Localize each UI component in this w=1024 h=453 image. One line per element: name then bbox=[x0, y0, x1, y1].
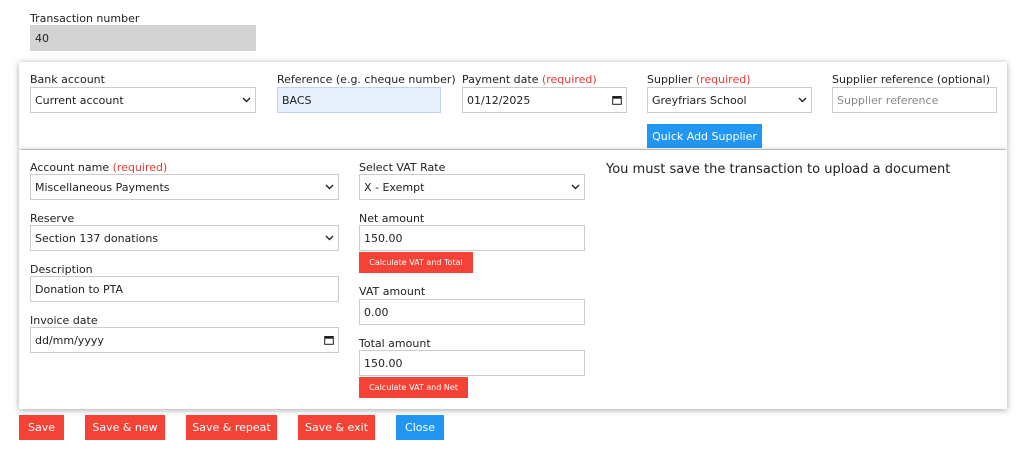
chevron-down-icon bbox=[797, 95, 807, 105]
save-exit-button[interactable]: Save & exit bbox=[298, 415, 375, 440]
total-amount-input[interactable]: 150.00 bbox=[359, 350, 585, 376]
account-name-label: Account name (required) bbox=[30, 161, 167, 174]
chevron-down-icon bbox=[570, 182, 580, 192]
transaction-number-field: 40 bbox=[30, 25, 256, 51]
reserve-label: Reserve bbox=[30, 212, 75, 225]
vat-rate-label: Select VAT Rate bbox=[359, 161, 446, 174]
calendar-icon[interactable] bbox=[612, 95, 622, 105]
transaction-number-value: 40 bbox=[35, 31, 49, 45]
chevron-down-icon bbox=[241, 95, 251, 105]
account-name-label-text: Account name bbox=[30, 161, 110, 174]
payment-date-required: (required) bbox=[541, 73, 597, 86]
reserve-value: Section 137 donations bbox=[35, 231, 159, 245]
account-name-value: Miscellaneous Payments bbox=[35, 180, 170, 194]
reference-label: Reference (e.g. cheque number) bbox=[277, 73, 456, 86]
description-input[interactable]: Donation to PTA bbox=[30, 276, 339, 302]
quick-add-supplier-button[interactable]: Quick Add Supplier bbox=[647, 124, 762, 148]
save-button[interactable]: Save bbox=[19, 415, 64, 440]
supplier-reference-placeholder: Supplier reference bbox=[837, 93, 939, 107]
supplier-label-text: Supplier bbox=[647, 73, 693, 86]
supplier-reference-input[interactable]: Supplier reference bbox=[832, 87, 997, 113]
payment-date-label-text: Payment date bbox=[462, 73, 539, 86]
description-value: Donation to PTA bbox=[35, 282, 124, 296]
supplier-reference-label: Supplier reference (optional) bbox=[832, 73, 991, 86]
calculate-vat-net-button[interactable]: Calculate VAT and Net bbox=[359, 377, 468, 398]
total-amount-value: 150.00 bbox=[364, 356, 403, 370]
reference-input[interactable]: BACS bbox=[277, 87, 441, 113]
save-new-button[interactable]: Save & new bbox=[85, 415, 165, 440]
bank-account-select[interactable]: Current account bbox=[30, 87, 256, 113]
calculate-vat-total-button[interactable]: Calculate VAT and Total bbox=[359, 252, 473, 273]
invoice-date-input[interactable]: dd/mm/yyyy bbox=[30, 327, 339, 353]
net-amount-label: Net amount bbox=[359, 212, 425, 225]
transaction-number-label: Transaction number bbox=[30, 12, 140, 25]
supplier-required: (required) bbox=[695, 73, 751, 86]
supplier-value: Greyfriars School bbox=[652, 93, 747, 107]
payment-date-input[interactable]: 01/12/2025 bbox=[462, 87, 627, 113]
vat-amount-label: VAT amount bbox=[359, 285, 426, 298]
supplier-label: Supplier (required) bbox=[647, 73, 751, 86]
description-label: Description bbox=[30, 263, 93, 276]
account-name-required: (required) bbox=[112, 161, 168, 174]
net-amount-value: 150.00 bbox=[364, 231, 403, 245]
vat-rate-select[interactable]: X - Exempt bbox=[359, 174, 585, 200]
bank-account-label: Bank account bbox=[30, 73, 105, 86]
invoice-date-label: Invoice date bbox=[30, 314, 98, 327]
close-button[interactable]: Close bbox=[396, 415, 444, 440]
reference-value: BACS bbox=[282, 93, 312, 107]
payment-date-label: Payment date (required) bbox=[462, 73, 597, 86]
vat-rate-value: X - Exempt bbox=[364, 180, 425, 194]
save-repeat-button[interactable]: Save & repeat bbox=[186, 415, 277, 440]
vat-amount-value: 0.00 bbox=[364, 305, 389, 319]
chevron-down-icon bbox=[324, 233, 334, 243]
net-amount-input[interactable]: 150.00 bbox=[359, 225, 585, 251]
supplier-select[interactable]: Greyfriars School bbox=[647, 87, 812, 113]
account-name-select[interactable]: Miscellaneous Payments bbox=[30, 174, 339, 200]
total-amount-label: Total amount bbox=[359, 337, 431, 350]
chevron-down-icon bbox=[324, 182, 334, 192]
bank-account-value: Current account bbox=[35, 93, 124, 107]
payment-date-value: 01/12/2025 bbox=[467, 93, 531, 107]
reserve-select[interactable]: Section 137 donations bbox=[30, 225, 339, 251]
invoice-date-placeholder: dd/mm/yyyy bbox=[35, 333, 104, 347]
vat-amount-input[interactable]: 0.00 bbox=[359, 299, 585, 325]
calendar-icon[interactable] bbox=[324, 335, 334, 345]
upload-document-message: You must save the transaction to upload … bbox=[606, 162, 951, 177]
